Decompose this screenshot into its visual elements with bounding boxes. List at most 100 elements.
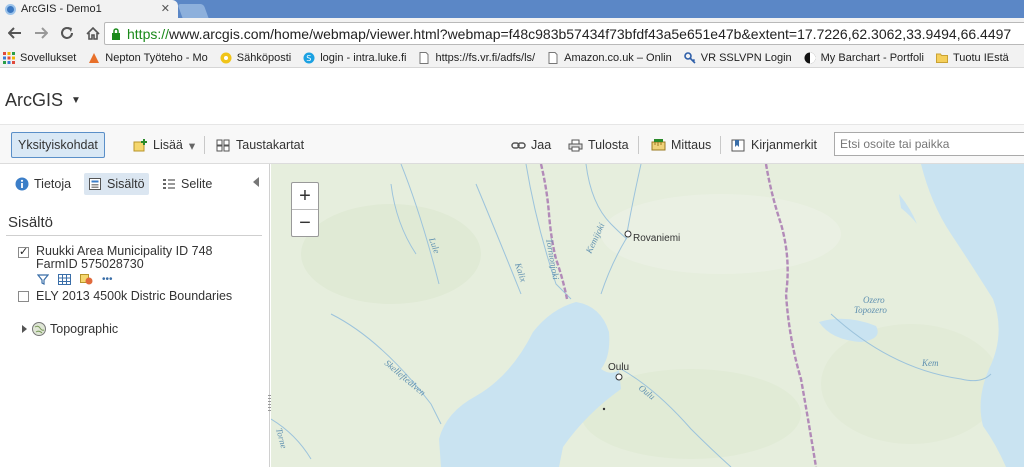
bookmark-label: login - intra.luke.fi bbox=[320, 51, 407, 64]
reload-icon bbox=[61, 27, 73, 39]
reload-button[interactable] bbox=[56, 22, 78, 44]
place-label: Rovaniemi bbox=[633, 233, 680, 244]
more-options-icon[interactable]: ••• bbox=[102, 274, 113, 285]
basemaps-label: Taustakartat bbox=[236, 138, 305, 152]
bookmarks-bar: Sovellukset Nepton Työteho - Mo Sähköpos… bbox=[0, 48, 1024, 68]
map-view[interactable]: Rovaniemi Oulu Lule Kalix Tornionjoki Ke… bbox=[271, 164, 1024, 467]
tab-about[interactable]: Tietoja bbox=[11, 173, 75, 195]
table-icon[interactable] bbox=[58, 274, 71, 285]
river-label: Kem bbox=[921, 358, 939, 368]
layer-title[interactable]: ELY 2013 4500k Distric Boundaries bbox=[36, 289, 232, 303]
bookmark-label: Amazon.co.uk – Onlin bbox=[564, 51, 672, 64]
lake-label: Ozero bbox=[863, 295, 885, 305]
search-input[interactable] bbox=[834, 132, 1024, 156]
url-protocol: https:// bbox=[127, 25, 170, 42]
tab-contents[interactable]: Sisältö bbox=[84, 173, 149, 195]
layer-visibility-checkbox[interactable] bbox=[18, 291, 29, 302]
city-marker bbox=[624, 230, 632, 238]
bookmark-intra[interactable]: S login - intra.luke.fi bbox=[303, 52, 406, 64]
bookmark-label: Tuotu IEstä bbox=[952, 51, 1009, 64]
bookmark-adfs[interactable]: https://fs.vr.fi/adfs/ls/ bbox=[418, 51, 535, 64]
basemap-item[interactable]: Topographic bbox=[22, 322, 118, 336]
tab-label: Sisältö bbox=[107, 177, 145, 191]
bookmarks-button[interactable]: Kirjanmerkit bbox=[731, 132, 817, 158]
arrow-left-icon bbox=[8, 27, 21, 39]
bookmark-barchart[interactable]: My Barchart - Portfoli bbox=[804, 52, 924, 64]
details-label: Yksityiskohdat bbox=[18, 138, 98, 152]
tab-close-icon[interactable]: ✕ bbox=[161, 2, 170, 15]
bookmark-label: Sovellukset bbox=[20, 51, 77, 64]
svg-text:S: S bbox=[307, 54, 312, 63]
toolbar-divider bbox=[720, 136, 721, 154]
forward-button[interactable] bbox=[30, 22, 52, 44]
toolbar-divider bbox=[204, 136, 205, 154]
layer-title-line2: FarmID 575028730 bbox=[36, 257, 144, 271]
measure-label: Mittaus bbox=[671, 138, 712, 152]
url-text: https://www.arcgis.com/home/webmap/viewe… bbox=[127, 26, 1011, 42]
bookmark-vpn[interactable]: VR SSLVPN Login bbox=[683, 51, 792, 64]
apps-grid-icon bbox=[3, 51, 15, 64]
basemap-gallery-icon bbox=[216, 139, 230, 151]
measure-button[interactable]: Mittaus bbox=[651, 132, 711, 158]
address-bar[interactable]: https://www.arcgis.com/home/webmap/viewe… bbox=[104, 22, 1024, 45]
collapse-panel-icon[interactable] bbox=[253, 177, 259, 187]
arcgis-favicon-icon bbox=[5, 3, 16, 15]
layer-visibility-checkbox[interactable] bbox=[18, 245, 29, 258]
add-icon bbox=[133, 138, 147, 151]
change-style-icon[interactable] bbox=[80, 274, 93, 285]
city-marker bbox=[602, 407, 606, 411]
tab-label: Tietoja bbox=[34, 177, 72, 191]
basemap-layer: Rovaniemi Oulu Lule Kalix Tornionjoki Ke… bbox=[271, 164, 1024, 467]
new-tab-button[interactable] bbox=[177, 4, 209, 18]
details-button[interactable]: Yksityiskohdat bbox=[11, 132, 105, 158]
home-icon bbox=[86, 26, 100, 40]
basemaps-button[interactable]: Taustakartat bbox=[216, 132, 304, 158]
basemap-label: Topographic bbox=[50, 322, 119, 336]
tab-label: Selite bbox=[181, 177, 213, 191]
print-label: Tulosta bbox=[588, 138, 629, 152]
caret-down-icon: ▼ bbox=[71, 95, 81, 106]
city-marker bbox=[615, 373, 623, 381]
link-icon bbox=[511, 141, 526, 149]
printer-icon bbox=[568, 139, 583, 151]
contents-panel: Tietoja Sisältö Selite Sisältö Ruukki Ar… bbox=[0, 164, 270, 467]
zoom-control: + − bbox=[291, 182, 319, 237]
browser-tab[interactable]: ArcGIS - Demo1 ✕ bbox=[0, 0, 178, 18]
url-address: www.arcgis.com/home/webmap/viewer.html?w… bbox=[169, 25, 1012, 42]
key-icon bbox=[683, 51, 696, 64]
expand-arrow-icon[interactable] bbox=[22, 325, 27, 333]
mail-icon bbox=[220, 52, 232, 63]
place-label: Oulu bbox=[608, 362, 629, 373]
panel-heading: Sisältö bbox=[8, 214, 54, 231]
zoom-in-button[interactable]: + bbox=[292, 183, 318, 210]
app-title: ArcGIS bbox=[5, 90, 64, 110]
bookmark-folder[interactable]: Tuotu IEstä bbox=[935, 51, 1009, 64]
bookmark-label: Sähköposti bbox=[236, 51, 292, 64]
content-icon bbox=[89, 178, 101, 190]
bookmark-apps[interactable]: Sovellukset bbox=[3, 51, 77, 64]
bookmark-label: VR SSLVPN Login bbox=[700, 51, 792, 64]
add-button[interactable]: Lisää ▾ bbox=[133, 132, 195, 158]
barchart-icon bbox=[804, 52, 816, 63]
info-icon bbox=[15, 177, 29, 191]
toolbar-divider bbox=[638, 136, 639, 154]
share-button[interactable]: Jaa bbox=[511, 132, 551, 158]
bookmarks-label: Kirjanmerkit bbox=[751, 138, 817, 152]
caret-down-icon: ▾ bbox=[188, 138, 196, 153]
print-button[interactable]: Tulosta bbox=[568, 132, 629, 158]
add-label: Lisää bbox=[153, 138, 183, 152]
bookmark-amazon[interactable]: Amazon.co.uk – Onlin bbox=[547, 51, 672, 64]
bookmark-nepton[interactable]: Nepton Työteho - Mo bbox=[88, 52, 208, 64]
lake-label: Topozero bbox=[854, 305, 887, 315]
bookmark-mail[interactable]: Sähköposti bbox=[220, 52, 291, 64]
bookmark-label: My Barchart - Portfoli bbox=[820, 51, 924, 64]
bookmark-icon bbox=[731, 139, 745, 151]
zoom-out-button[interactable]: − bbox=[292, 210, 318, 237]
app-title-menu[interactable]: ArcGIS ▼ bbox=[5, 90, 81, 111]
back-button[interactable] bbox=[4, 22, 26, 44]
filter-icon[interactable] bbox=[36, 274, 49, 285]
browser-tab-bar: ArcGIS - Demo1 ✕ bbox=[0, 0, 1024, 18]
home-button[interactable] bbox=[82, 22, 104, 44]
layer-title[interactable]: Ruukki Area Municipality ID 748 bbox=[36, 244, 212, 258]
tab-legend[interactable]: Selite bbox=[158, 173, 216, 195]
